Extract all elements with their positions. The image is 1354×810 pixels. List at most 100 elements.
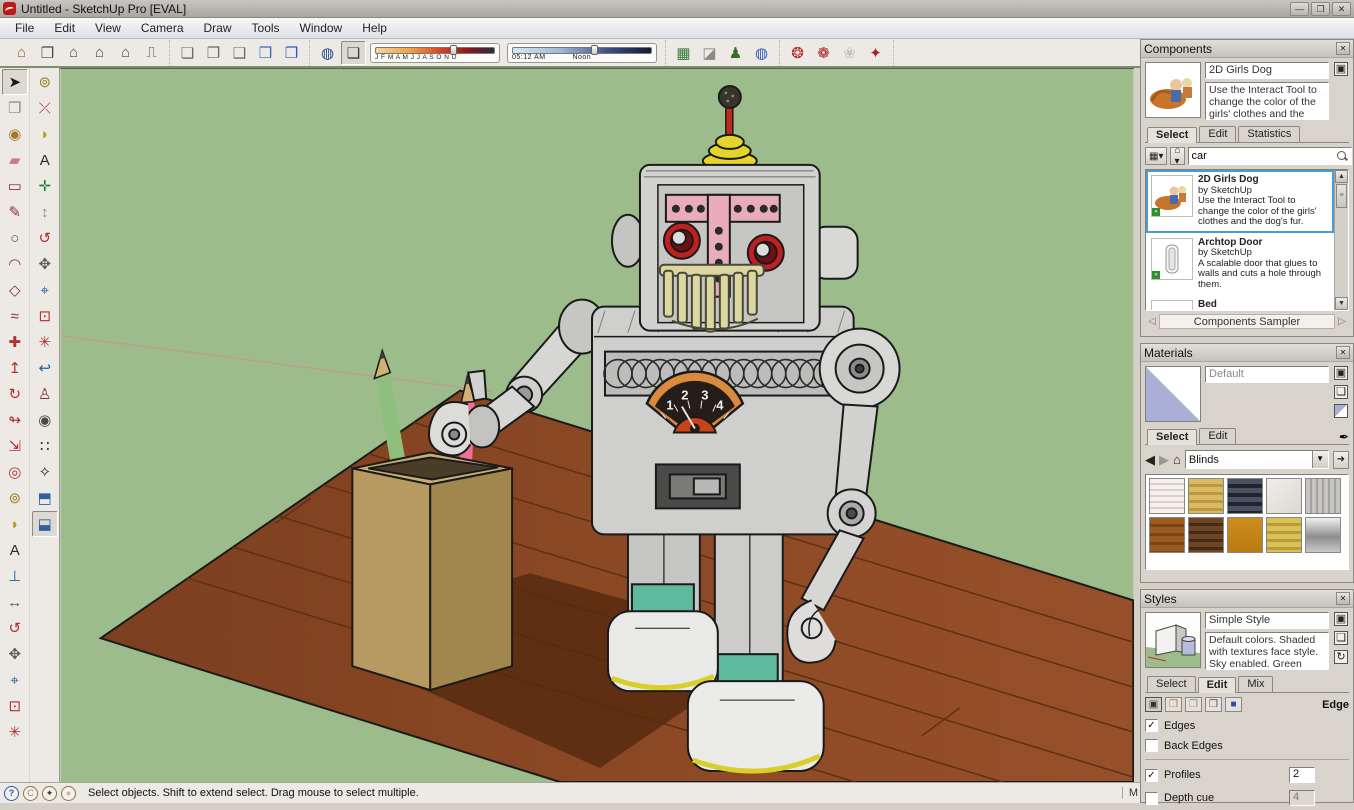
default-material-icon[interactable] [1334,404,1348,418]
dropdown-arrow-icon[interactable]: ▼ [1312,451,1328,468]
zoom-tool-b[interactable]: ⌖ [32,277,58,303]
materials-navigate-icon[interactable]: ➜ [1333,451,1349,469]
extension-warehouse-icon[interactable]: ✦ [863,41,888,65]
geolocation-status-icon[interactable]: ● [61,786,76,801]
style-description-field[interactable]: Default colors. Shaded with textures fac… [1205,632,1329,670]
look-around-tool[interactable]: ◉ [32,407,58,433]
view-left-icon[interactable]: ⎍ [139,41,164,65]
styles-pane-toggle-icon[interactable]: ▣ [1334,612,1348,626]
menu-file[interactable]: File [6,19,43,37]
view-front-icon[interactable]: ⌂ [61,41,86,65]
scale-tool[interactable]: ⇲ [2,433,28,459]
material-swatch-blinds-slate[interactable] [1227,478,1263,514]
components-tab-edit[interactable]: Edit [1199,126,1236,142]
close-button[interactable]: ✕ [1332,2,1351,16]
tape-measure-tool-b[interactable]: ⊚ [32,69,58,95]
watermark-settings-icon[interactable]: ❒ [1205,697,1222,712]
styles-close-icon[interactable]: ✕ [1336,592,1350,605]
scroll-thumb[interactable]: ≡ [1336,184,1347,208]
position-camera-tool[interactable]: ♙ [32,381,58,407]
zoom-tool[interactable]: ⌖ [2,667,28,693]
material-swatch-wood-dark-slats[interactable] [1188,517,1224,553]
pan-tool[interactable]: ✥ [2,641,28,667]
restore-button[interactable]: ❐ [1311,2,1330,16]
scroll-down-icon[interactable]: ▼ [1335,297,1348,310]
components-search-input[interactable] [1189,150,1337,162]
create-style-icon[interactable]: ❏ [1334,631,1348,645]
make-component-tool[interactable]: ❒ [2,95,28,121]
pan-tool-b[interactable]: ✥ [32,251,58,277]
google-earth-icon[interactable]: ◍ [749,41,774,65]
line-tool[interactable]: ✎ [2,199,28,225]
shadow-month-slider[interactable]: J F M A M J J A S O N D [370,43,500,63]
face-settings-icon[interactable]: ❒ [1165,697,1182,712]
shadow-time-slider[interactable]: 05:12 AMNoon06:59 PM [507,43,657,63]
background-settings-icon[interactable]: ❒ [1185,697,1202,712]
component-description-field[interactable]: Use the Interact Tool to change the colo… [1205,82,1329,120]
materials-close-icon[interactable]: ✕ [1336,346,1350,359]
materials-tab-edit[interactable]: Edit [1199,428,1236,444]
dimension-tool-b[interactable]: ↕ [32,199,58,225]
axes-tool[interactable]: ⊥ [2,563,28,589]
freehand-tool[interactable]: ≈ [2,303,28,329]
components-view-options-icon[interactable]: ▦▾ [1145,147,1167,165]
viewport-canvas[interactable]: 1 2 3 4 [60,68,1134,782]
paint-bucket-tool[interactable]: ◉ [2,121,28,147]
share-model-icon[interactable]: ❁ [811,41,836,65]
section-plane-tool[interactable]: ⬒ [32,485,58,511]
rectangle-tool[interactable]: ▭ [2,173,28,199]
styles-tab-edit[interactable]: Edit [1198,677,1237,693]
materials-forward-icon[interactable]: ▶ [1159,452,1169,468]
material-swatch-blinds-white[interactable] [1149,478,1185,514]
walk-tool[interactable]: ∷ [32,433,58,459]
create-material-icon[interactable]: ❏ [1334,385,1348,399]
refresh-style-icon[interactable]: ↻ [1334,650,1348,664]
credits-status-icon[interactable]: ✦ [42,786,57,801]
styles-tab-mix[interactable]: Mix [1238,676,1273,692]
material-name-field[interactable]: Default [1205,366,1329,383]
move-axes-tool[interactable]: ✛ [32,173,58,199]
value-field-profiles[interactable]: 2 [1289,767,1315,783]
component-list-item[interactable]: Bedby SketchUpConfigurable Platform Bed [1146,295,1334,310]
menu-tools[interactable]: Tools [243,19,289,37]
offset-tool[interactable]: ◎ [2,459,28,485]
menu-camera[interactable]: Camera [132,19,193,37]
minimize-button[interactable]: — [1290,2,1309,16]
component-list-item[interactable]: »Archtop Doorby SketchUpA scalable door … [1146,233,1334,296]
materials-home-icon[interactable]: ⌂ [1173,452,1181,467]
tape-measure-tool[interactable]: ⊚ [2,485,28,511]
get-models-icon[interactable]: ❂ [785,41,810,65]
photo-textures-icon[interactable]: ♟ [723,41,748,65]
zoom-window-tool[interactable]: ⊡ [2,693,28,719]
edge-settings-icon[interactable]: ▣ [1145,697,1162,712]
arc-tool[interactable]: ◠ [2,251,28,277]
claim-credit-status-icon[interactable]: C [23,786,38,801]
material-swatch-metal-silver[interactable] [1305,517,1341,553]
shadow-settings-icon[interactable]: ◍ [315,41,340,65]
move-tool[interactable]: ✚ [2,329,28,355]
follow-me-tool[interactable]: ↬ [2,407,28,433]
zoom-extents-tool[interactable]: ✳ [2,719,28,745]
menu-help[interactable]: Help [353,19,396,37]
value-field-depth-cue[interactable]: 4 [1289,790,1315,806]
material-swatch-wood-brown[interactable] [1149,517,1185,553]
material-swatch-blinds-gold[interactable] [1188,478,1224,514]
checkbox-edges[interactable]: ✓ [1145,719,1158,732]
zoom-window-tool-b[interactable]: ⊡ [32,303,58,329]
zoom-extents-tool-b[interactable]: ✳ [32,329,58,355]
text-tool[interactable]: A [2,537,28,563]
modeling-settings-icon[interactable]: ■ [1225,697,1242,712]
view-back-icon[interactable]: ⌂ [113,41,138,65]
view-iso-icon[interactable]: ⌂ [9,41,34,65]
materials-pane-toggle-icon[interactable]: ▣ [1334,366,1348,380]
components-close-icon[interactable]: ✕ [1336,42,1350,55]
components-next-library-icon[interactable]: ▷ [1335,316,1349,327]
protractor-tool-b[interactable]: ◗ [32,121,58,147]
compass-tool[interactable]: ✧ [32,459,58,485]
time-slider-thumb[interactable] [591,45,598,55]
zoom-previous-tool[interactable]: ↩ [32,355,58,381]
materials-tab-select[interactable]: Select [1147,429,1197,445]
search-icon[interactable] [1337,151,1348,162]
select-tool[interactable]: ➤ [2,69,28,95]
circle-tool[interactable]: ○ [2,225,28,251]
